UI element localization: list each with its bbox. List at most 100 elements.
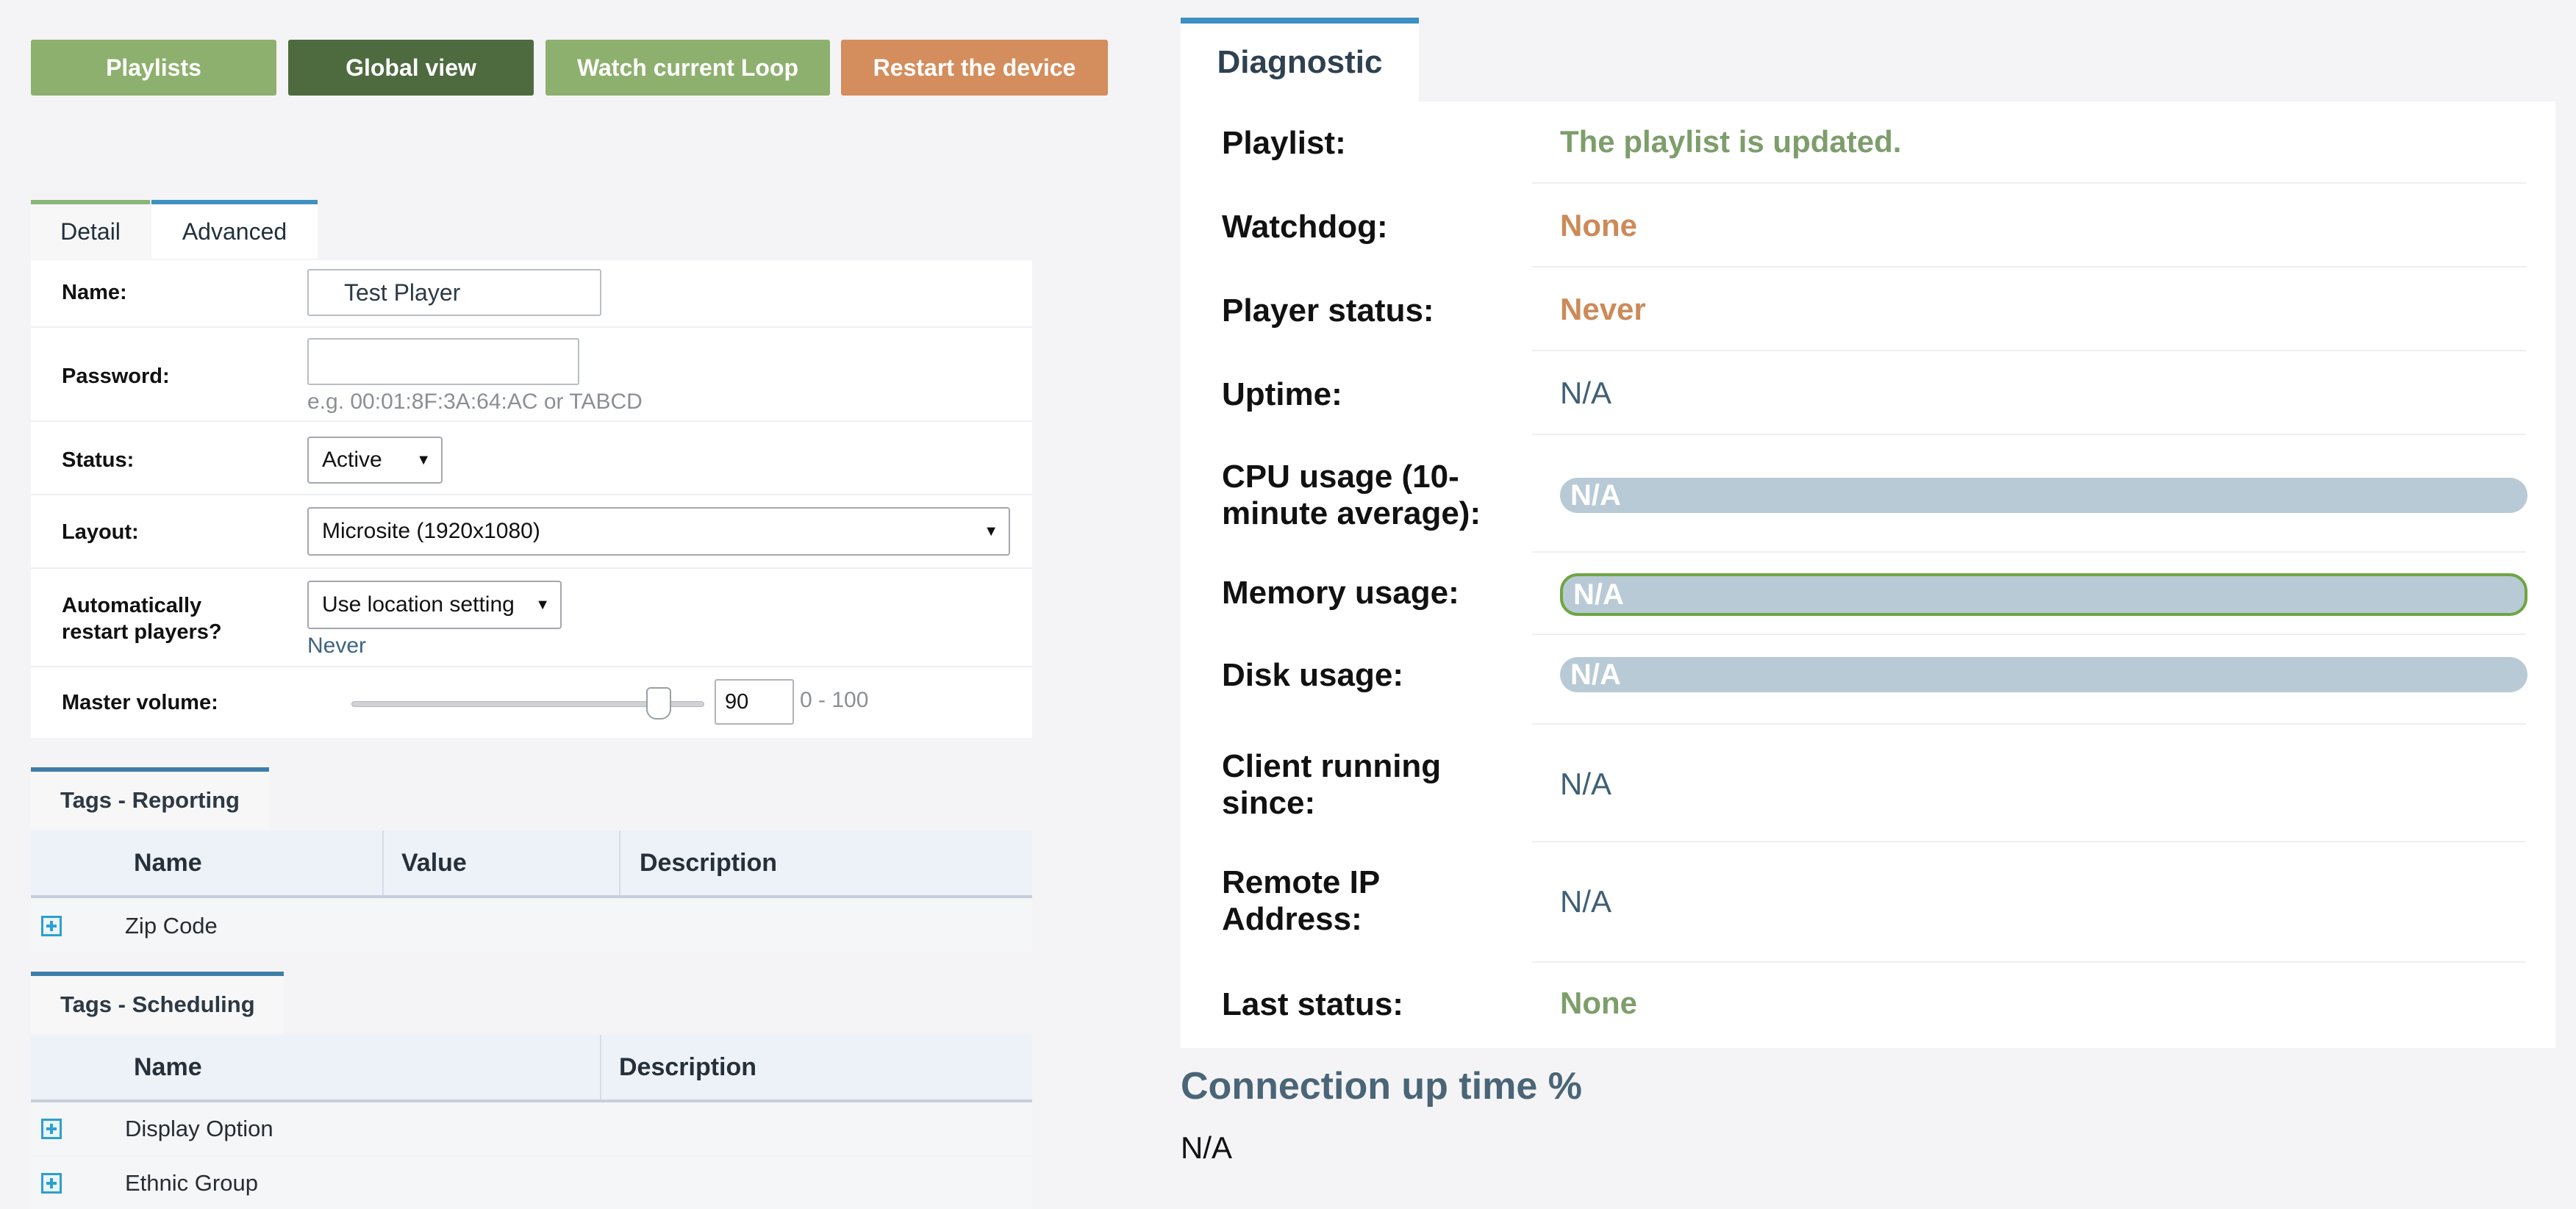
tags-scheduling-header: Name Description (31, 1035, 1032, 1102)
cpu-label: CPU usage (10- minute average): (1222, 459, 1481, 532)
chevron-down-icon: ▼ (535, 596, 550, 613)
password-input[interactable] (307, 338, 579, 385)
tags-reporting-col-value[interactable]: Value (401, 830, 467, 895)
name-input[interactable]: Test Player (307, 269, 601, 316)
column-divider (382, 830, 384, 895)
client-running-label-line-2: since: (1222, 785, 1316, 821)
memory-label: Memory usage: (1222, 575, 1459, 611)
diagnostic-title: Diagnostic (1217, 44, 1383, 80)
watchdog-status: None (1560, 208, 1637, 243)
auto-restart-label-line-2: restart players? (62, 620, 222, 644)
table-row[interactable]: Display Option (31, 1102, 1032, 1155)
diag-row-client-running: Client running since: N/A (1181, 725, 2555, 842)
form-row-password: Password: e.g. 00:01:8F:3A:64:AC or TABC… (31, 328, 1032, 422)
expand-plus-icon[interactable] (41, 1119, 62, 1139)
client-running-label-line-1: Client running (1222, 748, 1442, 784)
cpu-label-line-1: CPU usage (10- (1222, 459, 1459, 495)
last-status-label: Last status: (1222, 986, 1403, 1022)
tab-detail-label: Detail (60, 218, 121, 245)
watch-current-loop-button[interactable]: Watch current Loop (545, 40, 830, 96)
memory-usage-value: N/A (1573, 578, 1624, 611)
player-form: Name: Test Player Password: e.g. 00:01:8… (31, 260, 1032, 738)
last-status-value: None (1560, 986, 1637, 1020)
column-divider (600, 1035, 601, 1099)
status-select[interactable]: Active ▼ (307, 437, 443, 484)
column-divider (619, 830, 620, 895)
diag-row-disk: Disk usage: N/A (1181, 635, 2555, 725)
playlist-status: The playlist is updated. (1560, 124, 1902, 159)
diagnostic-panel: Playlist: The playlist is updated. Watch… (1181, 101, 2555, 1048)
form-row-name: Name: Test Player (31, 260, 1032, 328)
diag-row-last-status: Last status: None (1181, 963, 2555, 1048)
table-row[interactable]: Zip Code (31, 900, 1032, 953)
master-volume-slider-handle[interactable] (645, 687, 671, 720)
auto-restart-hint: Never (307, 634, 367, 658)
playlist-label: Playlist: (1222, 125, 1346, 161)
remote-ip-label-line-1: Remote IP (1222, 864, 1381, 900)
diag-row-watchdog: Watchdog: None (1181, 184, 2555, 268)
expand-plus-icon[interactable] (41, 916, 62, 936)
auto-restart-select[interactable]: Use location setting ▼ (307, 581, 562, 629)
player-status-value: Never (1560, 292, 1646, 326)
tags-reporting-header: Name Value Description (31, 830, 1032, 898)
master-volume-input[interactable]: 90 (715, 679, 794, 725)
disk-usage-bar: N/A (1560, 657, 2527, 692)
connection-uptime-title: Connection up time % (1181, 1065, 1582, 1108)
diag-row-remote-ip: Remote IP Address: N/A (1181, 842, 2555, 963)
tab-detail[interactable]: Detail (31, 200, 150, 259)
form-row-layout: Layout: Microsite (1920x1080) ▼ (31, 495, 1032, 569)
client-running-value: N/A (1560, 767, 1612, 801)
uptime-label: Uptime: (1222, 376, 1342, 412)
cpu-usage-bar: N/A (1560, 478, 2527, 513)
tab-advanced-label: Advanced (182, 218, 287, 245)
password-hint: e.g. 00:01:8F:3A:64:AC or TABCD (307, 390, 643, 414)
client-running-label: Client running since: (1222, 748, 1441, 822)
expand-plus-icon[interactable] (41, 1173, 62, 1194)
auto-restart-select-value: Use location setting (322, 592, 515, 617)
tags-reporting-tab[interactable]: Tags - Reporting (31, 767, 269, 829)
tags-scheduling-title: Tags - Scheduling (60, 991, 255, 1017)
master-volume-slider[interactable] (351, 687, 704, 720)
tags-reporting-title: Tags - Reporting (60, 787, 240, 813)
memory-usage-bar: N/A (1560, 573, 2527, 616)
tag-name: Zip Code (125, 913, 218, 939)
tags-reporting-col-name[interactable]: Name (134, 830, 202, 895)
chevron-down-icon: ▼ (984, 523, 998, 539)
auto-restart-label: Automatically restart players? (62, 592, 222, 645)
status-select-value: Active (322, 448, 382, 472)
diag-row-memory: Memory usage: N/A (1181, 553, 2555, 635)
tag-name: Ethnic Group (125, 1170, 258, 1196)
tags-scheduling-tab[interactable]: Tags - Scheduling (31, 972, 284, 1033)
table-row[interactable]: Ethnic Group (31, 1157, 1032, 1209)
form-row-status: Status: Active ▼ (31, 422, 1032, 495)
master-volume-label: Master volume: (62, 691, 218, 714)
watchdog-label: Watchdog: (1222, 209, 1388, 245)
password-label: Password: (62, 365, 170, 388)
connection-uptime-value: N/A (1181, 1130, 1233, 1165)
playlists-button[interactable]: Playlists (31, 40, 276, 96)
master-volume-input-value: 90 (725, 689, 749, 714)
tags-reporting-col-description[interactable]: Description (640, 830, 777, 895)
diag-row-uptime: Uptime: N/A (1181, 351, 2555, 435)
player-status-label: Player status: (1222, 293, 1434, 329)
cpu-label-line-2: minute average): (1222, 495, 1481, 531)
name-input-value: Test Player (344, 279, 461, 306)
remote-ip-label: Remote IP Address: (1222, 864, 1380, 938)
tags-scheduling-col-name[interactable]: Name (134, 1035, 202, 1099)
diag-row-playlist: Playlist: The playlist is updated. (1181, 101, 2555, 184)
tags-scheduling-col-description[interactable]: Description (619, 1035, 756, 1099)
uptime-value: N/A (1560, 376, 1612, 410)
tab-advanced[interactable]: Advanced (151, 200, 318, 259)
diag-row-cpu: CPU usage (10- minute average): N/A (1181, 435, 2555, 553)
tab-diagnostic[interactable]: Diagnostic (1181, 18, 1419, 101)
player-detail-page: Playlists Global view Watch current Loop… (0, 0, 2576, 1209)
restart-device-button[interactable]: Restart the device (841, 40, 1108, 96)
global-view-button[interactable]: Global view (288, 40, 534, 96)
disk-usage-value: N/A (1570, 658, 1621, 691)
disk-label: Disk usage: (1222, 657, 1403, 693)
diag-row-player-status: Player status: Never (1181, 268, 2555, 351)
layout-select[interactable]: Microsite (1920x1080) ▼ (307, 507, 1010, 556)
layout-label: Layout: (62, 520, 139, 544)
remote-ip-label-line-2: Address: (1222, 901, 1362, 937)
chevron-down-icon: ▼ (416, 451, 431, 468)
